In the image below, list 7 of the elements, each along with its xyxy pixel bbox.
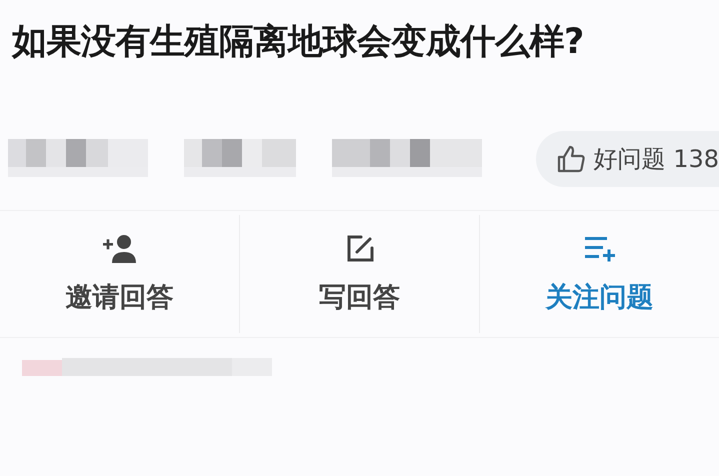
thumbs-up-icon bbox=[556, 144, 586, 174]
question-title: 如果没有生殖隔离地球会变成什么样? bbox=[10, 21, 585, 64]
follow-list-icon bbox=[582, 234, 616, 264]
good-question-button[interactable]: 好问题 138 bbox=[536, 131, 719, 187]
invite-button[interactable]: 邀请回答 bbox=[0, 211, 239, 337]
follow-button[interactable]: 关注问题 bbox=[480, 211, 719, 337]
write-button[interactable]: 写回答 bbox=[240, 211, 479, 337]
